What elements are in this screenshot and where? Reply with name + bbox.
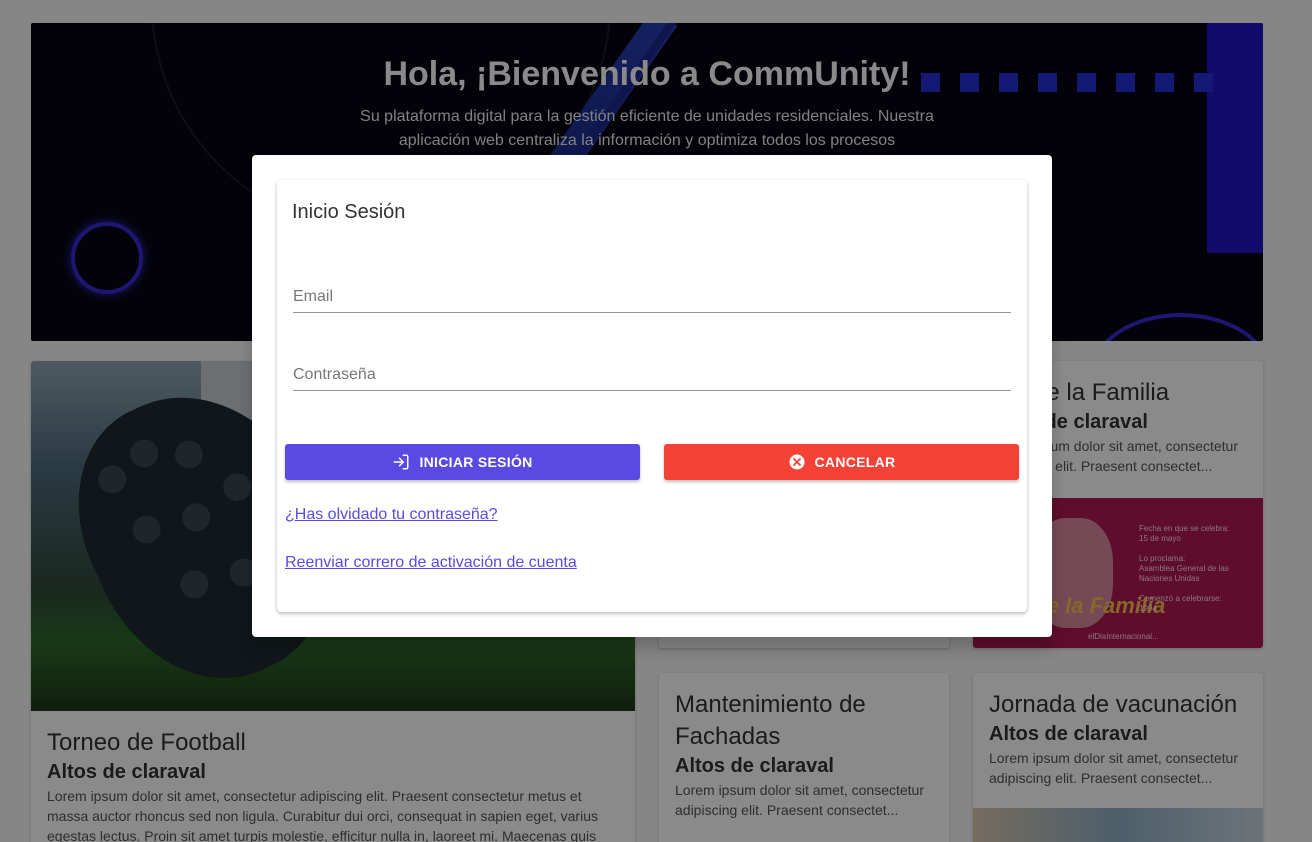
login-button-label: INICIAR SESIÓN	[419, 454, 533, 470]
password-input[interactable]	[293, 361, 1011, 389]
email-field[interactable]	[293, 283, 1011, 313]
login-card: Inicio Sesión INICIAR SESIÓN	[277, 180, 1027, 612]
cancel-circle-icon	[788, 453, 806, 471]
password-field[interactable]	[293, 361, 1011, 391]
forgot-password-link[interactable]: ¿Has olvidado tu contraseña?	[285, 506, 498, 524]
resend-activation-link[interactable]: Reenviar correro de activación de cuenta	[285, 554, 577, 572]
cancel-button-label: CANCELAR	[814, 454, 896, 470]
login-icon	[392, 453, 410, 471]
cancel-button[interactable]: CANCELAR	[664, 444, 1019, 480]
email-input[interactable]	[293, 283, 1011, 311]
login-button[interactable]: INICIAR SESIÓN	[285, 444, 640, 480]
login-dialog: Inicio Sesión INICIAR SESIÓN	[252, 155, 1052, 637]
login-title: Inicio Sesión	[292, 201, 406, 223]
